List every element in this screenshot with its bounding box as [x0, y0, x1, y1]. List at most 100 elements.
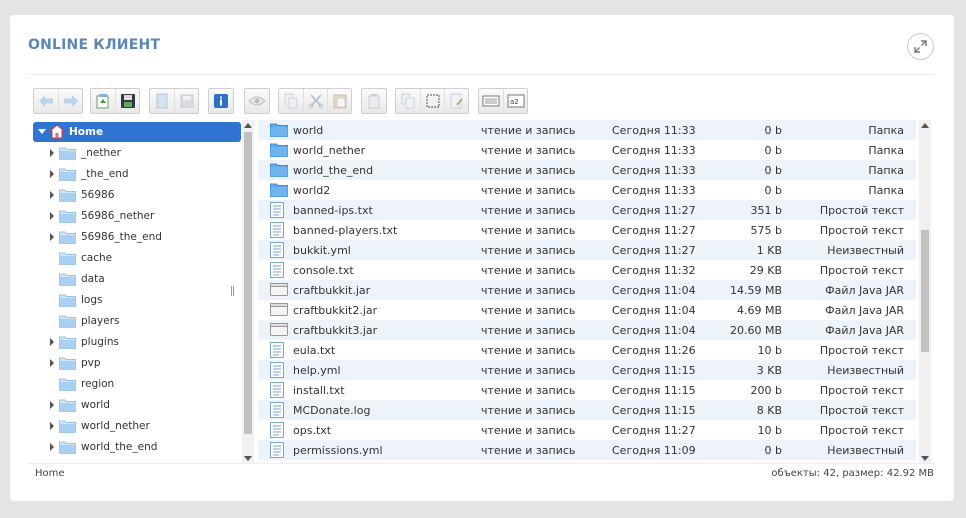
folder-icon: [59, 294, 76, 307]
rename-button[interactable]: [444, 89, 468, 113]
tree-item[interactable]: plugins: [33, 332, 241, 352]
file-row[interactable]: ops.txt чтение и запись Сегодня 11:27 10 b П…: [258, 420, 916, 440]
scroll-down-icon[interactable]: [921, 456, 929, 461]
expand-arrow-icon[interactable]: [38, 129, 46, 134]
file-size: 0 b: [764, 183, 782, 197]
file-row[interactable]: help.yml чтение и запись Сегодня 11:15 3 KB…: [258, 360, 916, 380]
file-row[interactable]: world2 чтение и запись Сегодня 11:33 0 b Пап…: [258, 180, 916, 200]
file-list-scrollbar[interactable]: [919, 120, 931, 464]
tree-item[interactable]: 56986_the_end: [33, 227, 241, 247]
file-row[interactable]: bukkit.yml чтение и запись Сегодня 11:27 1 …: [258, 240, 916, 260]
file-date: Сегодня 11:04: [612, 303, 696, 317]
disk-button[interactable]: [174, 89, 198, 113]
expand-arrow-icon[interactable]: [50, 338, 54, 346]
file-row[interactable]: craftbukkit3.jar чтение и запись Сегодня 1…: [258, 320, 916, 340]
file-date: Сегодня 11:27: [612, 203, 696, 217]
tree-item[interactable]: 56986_nether: [33, 206, 241, 226]
file-permissions: чтение и запись: [481, 163, 576, 177]
open-button[interactable]: [150, 89, 174, 113]
file-type: Неизвестный: [827, 443, 904, 457]
tree-item[interactable]: world: [33, 395, 241, 415]
file-name: banned-ips.txt: [293, 203, 373, 217]
back-button[interactable]: [34, 89, 58, 113]
file-name: craftbukkit.jar: [293, 283, 371, 297]
tree-item-label: world_nether: [81, 420, 150, 432]
file-row[interactable]: world_the_end чтение и запись Сегодня 11:3…: [258, 160, 916, 180]
pane-resizer[interactable]: [231, 286, 234, 296]
paste-icon: [333, 94, 346, 109]
file-row[interactable]: permissions.yml чтение и запись Сегодня 11…: [258, 440, 916, 460]
select-button[interactable]: [420, 89, 444, 113]
folder-icon: [59, 336, 76, 349]
scroll-up-icon[interactable]: [244, 123, 252, 128]
expand-arrow-icon[interactable]: [50, 191, 54, 199]
file-name: world: [293, 123, 324, 137]
preview-button[interactable]: [245, 89, 269, 113]
file-name: craftbukkit2.jar: [293, 303, 378, 317]
scroll-down-icon[interactable]: [244, 456, 252, 461]
duplicate-button[interactable]: [396, 89, 420, 113]
tree-item[interactable]: 56986: [33, 185, 241, 205]
scroll-up-icon[interactable]: [921, 123, 929, 128]
expand-arrow-icon[interactable]: [50, 359, 54, 367]
tree-item[interactable]: region: [33, 374, 241, 394]
file-row[interactable]: banned-ips.txt чтение и запись Сегодня 11:…: [258, 200, 916, 220]
expand-arrow-icon[interactable]: [50, 149, 54, 157]
file-row[interactable]: MCDonate.log чтение и запись Сегодня 11:15…: [258, 400, 916, 420]
tree-scroll-thumb[interactable]: [244, 132, 252, 434]
expand-arrow-icon[interactable]: [50, 212, 54, 220]
tree-item[interactable]: cache: [33, 248, 241, 268]
tree-item[interactable]: world_nether: [33, 416, 241, 436]
expand-arrow-icon[interactable]: [50, 422, 54, 430]
list-view-button[interactable]: [479, 89, 503, 113]
folder-icon: [59, 441, 76, 454]
file-row[interactable]: banned-players.txt чтение и запись Сегодня…: [258, 220, 916, 240]
delete-button[interactable]: [362, 89, 386, 113]
sort-icon: a2: [507, 94, 524, 108]
tree-item[interactable]: world_the_end: [33, 437, 241, 457]
file-date: Сегодня 11:27: [612, 243, 696, 257]
upload-button[interactable]: [91, 89, 115, 113]
copy-button[interactable]: [279, 89, 303, 113]
tree-item[interactable]: data: [33, 269, 241, 289]
file-row[interactable]: eula.txt чтение и запись Сегодня 11:26 10 b…: [258, 340, 916, 360]
expand-arrow-icon[interactable]: [50, 401, 54, 409]
file-list-scroll-thumb[interactable]: [921, 230, 929, 352]
save-button[interactable]: [115, 89, 139, 113]
expand-arrow-icon[interactable]: [50, 170, 54, 178]
tree-item[interactable]: logs: [33, 290, 241, 310]
tree-item-label: data: [81, 273, 105, 285]
disk-icon: [180, 94, 193, 108]
file-row[interactable]: craftbukkit.jar чтение и запись Сегодня 11…: [258, 280, 916, 300]
file-row[interactable]: console.txt чтение и запись Сегодня 11:32 2…: [258, 260, 916, 280]
info-button[interactable]: [209, 89, 233, 113]
folder-icon: [59, 147, 76, 160]
tree-item[interactable]: _nether: [33, 143, 241, 163]
file-date: Сегодня 11:33: [612, 143, 696, 157]
file-size: 0 b: [764, 443, 782, 457]
cut-button[interactable]: [303, 89, 327, 113]
tree-item[interactable]: pvp: [33, 353, 241, 373]
sort-button[interactable]: a2: [503, 89, 527, 113]
file-row[interactable]: world чтение и запись Сегодня 11:33 0 b Папк…: [258, 120, 916, 140]
forward-button[interactable]: [58, 89, 82, 113]
file-name: ops.txt: [293, 423, 332, 437]
tree-item[interactable]: _the_end: [33, 164, 241, 184]
tree-scrollbar[interactable]: [242, 120, 254, 464]
file-size: 20.60 MB: [729, 323, 782, 337]
file-permissions: чтение и запись: [481, 303, 576, 317]
file-name: console.txt: [293, 263, 354, 277]
tree-item[interactable]: players: [33, 311, 241, 331]
tree-item-home[interactable]: Home: [33, 122, 241, 142]
paste-button[interactable]: [327, 89, 351, 113]
file-permissions: чтение и запись: [481, 183, 576, 197]
expand-button[interactable]: [907, 33, 934, 60]
file-row[interactable]: craftbukkit2.jar чтение и запись Сегодня 1…: [258, 300, 916, 320]
expand-arrow-icon[interactable]: [50, 443, 54, 451]
file-row[interactable]: install.txt чтение и запись Сегодня 11:15 2…: [258, 380, 916, 400]
toolbar: a2: [33, 88, 939, 114]
file-row[interactable]: world_nether чтение и запись Сегодня 11:33…: [258, 140, 916, 160]
file-permissions: чтение и запись: [481, 203, 576, 217]
expand-arrow-icon[interactable]: [50, 233, 54, 241]
text-file-icon: [270, 342, 284, 358]
